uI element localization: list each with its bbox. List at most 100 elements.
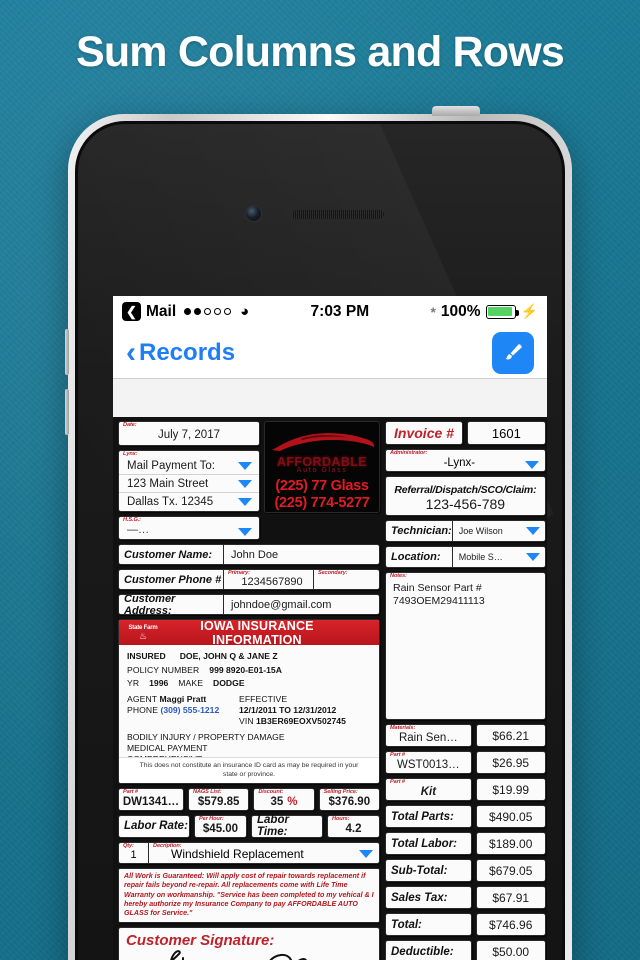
description-field[interactable]: Decription: Windshield Replacement (149, 843, 379, 863)
effective-label: EFFECTIVE (239, 693, 288, 704)
part-number-field[interactable]: Part # DW1341… (118, 787, 184, 811)
technician-label: Technician: (386, 521, 453, 541)
invoice-form-container: Date: July 7, 2017 Lynx: Mail Payment To… (113, 379, 547, 960)
total-value[interactable]: $746.96 (475, 913, 546, 936)
back-to-records-button[interactable]: ‹ Records (126, 337, 235, 367)
material-name-value: WST0013… (397, 759, 460, 771)
administrator-field[interactable]: Administrator: -Lynx- (385, 449, 546, 472)
power-button[interactable] (432, 106, 480, 116)
material-row: Part # WST0013… $26.95 (385, 751, 546, 774)
insurance-brand: State Farm (128, 624, 158, 631)
paintbrush-icon[interactable] (492, 331, 534, 374)
referral-claim-field[interactable]: Referral/Dispatch/SCO/Claim: 123-456-789 (385, 476, 546, 516)
status-bar-right: * 100% ⚡ (430, 303, 538, 321)
customer-address-row[interactable]: Customer Address: johndoe@gmail.com (118, 594, 380, 616)
chevron-left-icon[interactable]: ❮ (122, 302, 141, 321)
material-price-value[interactable]: $26.95 (475, 751, 546, 774)
location-row[interactable]: Location: Mobile S… (385, 546, 546, 568)
insurance-phone-value[interactable]: (309) 555-1212 (160, 705, 219, 715)
insurance-card[interactable]: State Farm ♨ IOWA INSURANCE INFORMATION … (118, 619, 380, 784)
vin-label: VIN (239, 716, 254, 727)
technician-row[interactable]: Technician: Joe Wilson (385, 520, 546, 542)
material-price-value[interactable]: $66.21 (475, 724, 546, 747)
nags-list-label: NAGS List: (193, 788, 222, 795)
customer-signature-pad[interactable]: Customer Signature: (118, 926, 380, 960)
lynx-line-3[interactable]: Dallas Tx. 12345 (119, 493, 259, 511)
total-labor-row: Total Labor: $189.00 (385, 832, 546, 855)
material-price-value[interactable]: $19.99 (475, 778, 546, 801)
secondary-label: Secondary: (318, 570, 348, 577)
customer-address-value[interactable]: johndoe@gmail.com (224, 595, 379, 614)
insured-label: INSURED (127, 651, 166, 662)
chevron-down-icon[interactable] (238, 479, 252, 488)
chevron-down-icon[interactable] (238, 498, 252, 506)
customer-address-label: Customer Address: (119, 595, 224, 615)
invoice-number-label: Invoice # (385, 421, 463, 445)
company-logo: AFFORDABLE Auto Glass (225) 77 Glass (22… (264, 421, 380, 513)
form-header-block: Date: July 7, 2017 Lynx: Mail Payment To… (118, 421, 380, 540)
lynx-line-2[interactable]: 123 Main Street (119, 475, 259, 493)
customer-name-value[interactable]: John Doe (224, 545, 379, 564)
labor-rate-field[interactable]: Per Hour: $45.00 (194, 814, 247, 838)
part-number-label: Part # (123, 788, 138, 795)
earpiece-speaker-icon (292, 210, 384, 219)
insurance-disclaimer: This does not constitute an insurance ID… (119, 756, 379, 783)
customer-name-row[interactable]: Customer Name: John Doe (118, 544, 380, 566)
status-bar-back-app[interactable]: Mail (146, 303, 176, 321)
location-value-cell[interactable]: Mobile S… (453, 547, 545, 567)
labor-rate-label: Labor Rate: (118, 814, 190, 838)
total-labor-value[interactable]: $189.00 (475, 832, 546, 855)
material-name-field[interactable]: Part # WST0013… (385, 751, 472, 774)
volume-up-button[interactable] (65, 329, 69, 375)
vin-value: 1B3ER69EOXV502745 (256, 716, 346, 727)
location-label: Location: (386, 547, 453, 567)
lynx-line-1[interactable]: Mail Payment To: (119, 457, 259, 475)
material-name-field[interactable]: Part # Kit (385, 778, 472, 801)
description-value: Windshield Replacement (171, 847, 304, 862)
agent-value: Maggi Pratt (159, 693, 207, 704)
battery-percent-label: 100% (440, 302, 481, 320)
agent-effective-block: AGENT Maggi Pratt PHONE (309) 555-1212 E… (127, 694, 371, 728)
date-field[interactable]: Date: July 7, 2017 (118, 421, 260, 446)
sub-total-row: Sub-Total: $679.05 (385, 859, 546, 882)
material-name-field[interactable]: Materials: Rain Sen… (385, 724, 472, 747)
battery-icon (485, 304, 519, 319)
quantity-value: 1 (130, 849, 137, 862)
customer-phone-row[interactable]: Customer Phone # Primary: 1234567890 Sec… (118, 569, 380, 591)
description-row[interactable]: Qty: 1 Decription: Windshield Replacemen… (118, 841, 380, 865)
nags-list-field[interactable]: NAGS List: $579.85 (188, 787, 250, 811)
chevron-down-icon[interactable] (238, 528, 252, 536)
per-hour-label: Per Hour: (199, 815, 224, 822)
chevron-down-icon[interactable] (525, 553, 540, 561)
customer-phone-secondary[interactable]: Secondary: (314, 570, 379, 589)
discount-field[interactable]: Discount: 35 % (253, 787, 315, 811)
part-number-value: DW1341… (122, 795, 180, 808)
total-parts-value[interactable]: $490.05 (475, 805, 546, 828)
technician-value-cell[interactable]: Joe Wilson (453, 521, 545, 541)
notes-field[interactable]: Notes: Rain Sensor Part # 7493OEM2941111… (385, 572, 546, 720)
chevron-down-icon[interactable] (238, 461, 252, 470)
chevron-down-icon[interactable] (524, 461, 539, 469)
chevron-down-icon[interactable] (359, 849, 373, 858)
effective-value: 12/1/2011 TO 12/31/2012 (239, 705, 337, 715)
part-detail-row: Part # DW1341… NAGS List: $579.85 Discou… (118, 787, 380, 811)
sub-total-value[interactable]: $679.05 (475, 859, 546, 882)
volume-down-button[interactable] (65, 389, 69, 435)
lynx-address-field[interactable]: Lynx: Mail Payment To: 123 Main Street D… (118, 450, 260, 512)
material-row: Part # Kit $19.99 (385, 778, 546, 801)
labor-time-field[interactable]: Hours: 4.2 (327, 814, 380, 838)
policy-label: POLICY NUMBER (127, 664, 200, 675)
sales-tax-value[interactable]: $67.91 (475, 886, 546, 909)
status-bar-clock: 7:03 PM (310, 302, 370, 320)
selling-price-field[interactable]: Selling Price: $376.90 (318, 787, 380, 811)
chevron-down-icon[interactable] (525, 527, 540, 535)
material-name-value: Rain Sen… (398, 732, 458, 744)
invoice-number-value[interactable]: 1601 (467, 421, 546, 445)
deductible-value[interactable]: $50.00 (475, 940, 546, 960)
sub-total-label: Sub-Total: (385, 859, 472, 882)
hsg-field[interactable]: H.S.G.: —... (118, 516, 260, 540)
quantity-field[interactable]: Qty: 1 (119, 842, 149, 864)
referral-claim-label: Referral/Dispatch/SCO/Claim: (394, 484, 537, 496)
percent-symbol: % (287, 795, 298, 808)
customer-phone-primary[interactable]: Primary: 1234567890 (224, 570, 314, 590)
